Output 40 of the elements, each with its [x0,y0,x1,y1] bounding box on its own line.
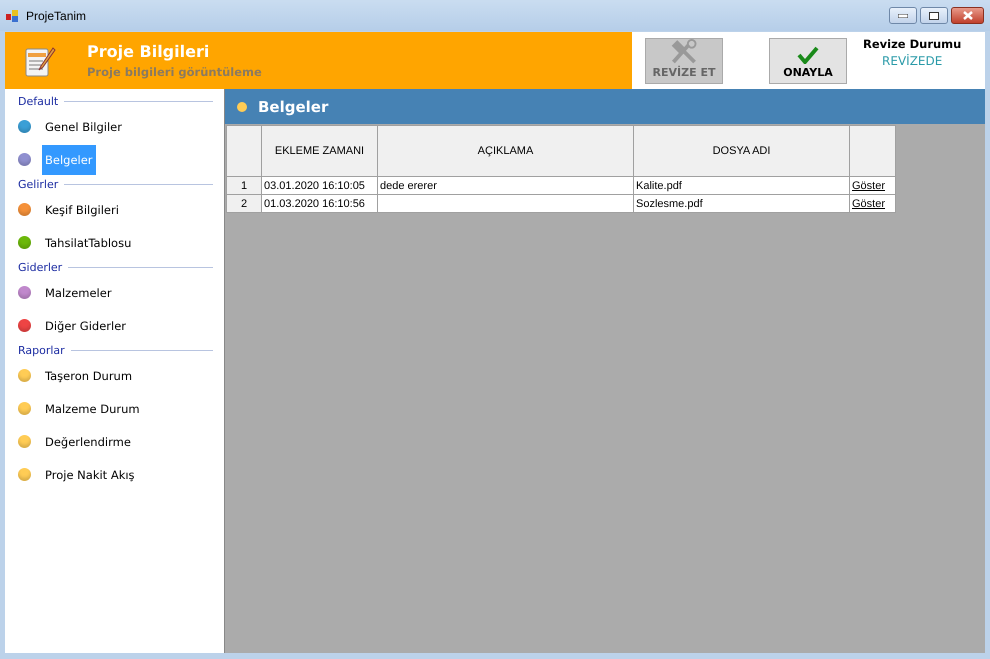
row-number: 1 [226,176,262,194]
sidebar-item[interactable]: Malzeme Durum [42,394,143,424]
sidebar-item[interactable]: Proje Nakit Akış [42,460,138,490]
sidebar-item[interactable]: Malzemeler [42,278,115,308]
sidebar-item[interactable]: Taşeron Durum [42,360,136,390]
minimize-button[interactable] [889,7,917,24]
sidebar-item[interactable]: Diğer Giderler [42,310,130,340]
status-label: Revize Durumu [863,37,962,51]
column-header[interactable]: DOSYA ADI [634,126,850,176]
column-header[interactable]: EKLEME ZAMANI [262,126,378,176]
bullet-icon [237,102,247,112]
table-cell: Sozlesme.pdf [634,194,850,212]
group-heading: Default [18,95,58,108]
maximize-button[interactable] [920,7,948,24]
tools-icon [669,38,699,64]
sidebar-item[interactable]: TahsilatTablosu [42,228,134,258]
window-title: ProjeTanim [26,8,88,22]
minimize-icon [898,14,908,18]
app-icon [6,8,20,22]
row-number: 2 [226,194,262,212]
table-cell: Kalite.pdf [634,176,850,194]
sidebar-item[interactable]: Keşif Bilgileri [42,194,122,224]
close-button[interactable] [951,7,984,24]
panel-title: Belgeler [258,98,328,116]
table-cell: 03.01.2020 16:10:05 [262,176,378,194]
group-heading: Giderler [18,261,62,274]
maximize-icon [929,12,939,20]
column-header[interactable]: AÇIKLAMA [378,126,634,176]
table-cell: 01.03.2020 16:10:56 [262,194,378,212]
header-title: Proje Bilgileri [87,42,210,61]
group-heading: Raporlar [18,344,65,357]
checkmark-icon [797,46,819,64]
table-cell: dede ererer [378,176,634,194]
status-value: REVİZEDE [882,54,942,68]
sidebar-item[interactable]: Değerlendirme [42,426,134,456]
sidebar-item[interactable]: Genel Bilgiler [42,112,125,142]
header-subtitle: Proje bilgileri görüntüleme [87,65,262,79]
approve-button[interactable]: ONAYLA [769,38,847,84]
close-icon [962,11,972,20]
group-heading: Gelirler [18,178,58,191]
